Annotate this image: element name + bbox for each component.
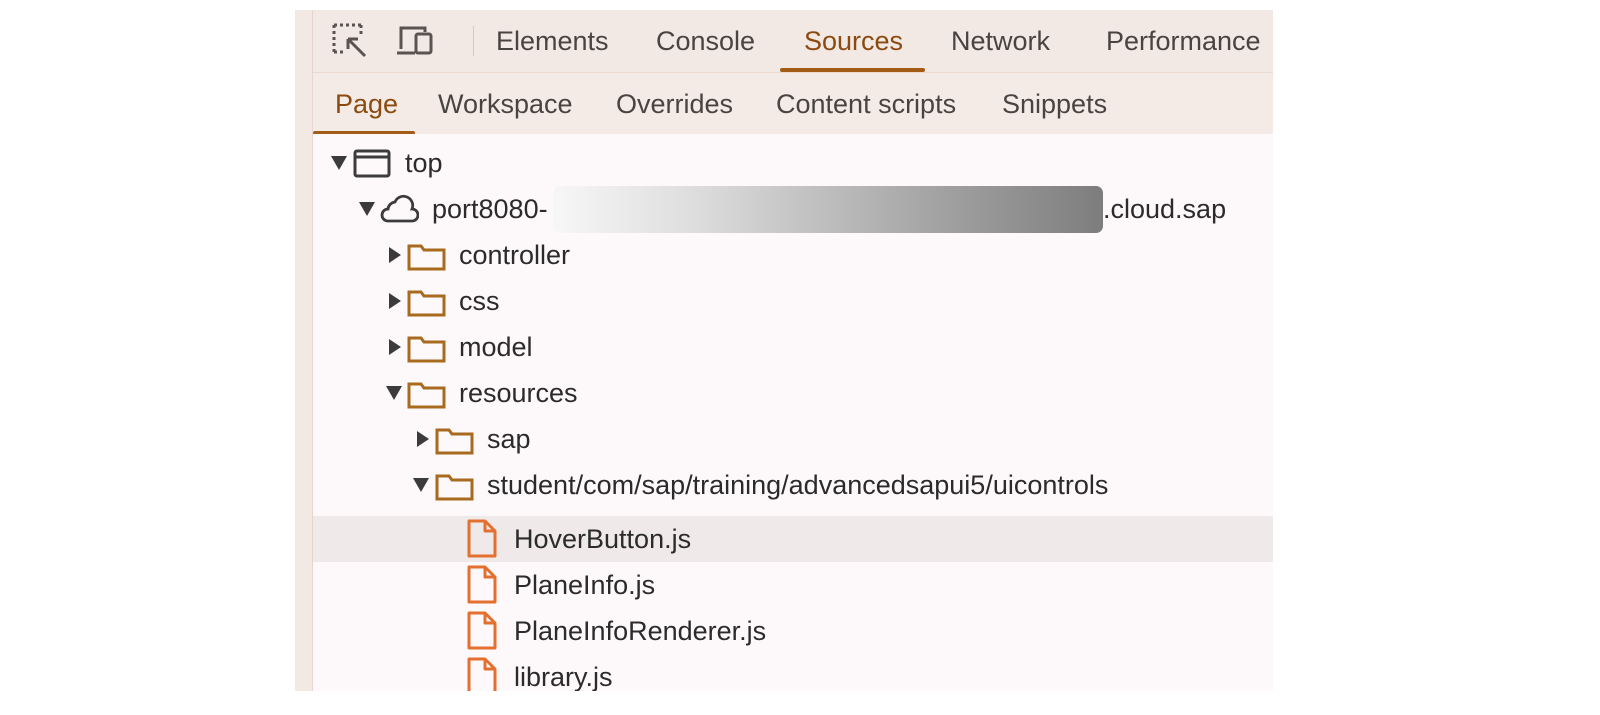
- tab-sources[interactable]: Sources: [804, 10, 903, 72]
- subtab-content-scripts[interactable]: Content scripts: [776, 73, 956, 135]
- tree-item-folder[interactable]: student/com/sap/training/advancedsapui5/…: [313, 462, 1273, 508]
- file-icon: [467, 565, 497, 604]
- folder-icon: [407, 244, 446, 271]
- inspect-element-icon[interactable]: [331, 22, 371, 62]
- tree-item-label-suffix: .cloud.sap: [1103, 194, 1227, 224]
- expand-right-icon[interactable]: [387, 278, 403, 324]
- frame-icon: [353, 149, 391, 178]
- left-gutter: [295, 10, 313, 691]
- expand-right-icon[interactable]: [387, 324, 403, 370]
- tree-item-label: top: [405, 148, 443, 178]
- subtab-page[interactable]: Page: [335, 73, 398, 135]
- tree-item-label: PlaneInfo.js: [514, 570, 656, 600]
- folder-icon: [435, 428, 474, 455]
- file-icon: [467, 519, 497, 558]
- subtab-workspace[interactable]: Workspace: [438, 73, 573, 135]
- file-icon: [467, 611, 497, 650]
- tree-item-label: PlaneInfoRenderer.js: [514, 616, 767, 646]
- expand-down-icon[interactable]: [331, 140, 347, 186]
- tab-network[interactable]: Network: [951, 10, 1050, 72]
- subtab-overrides[interactable]: Overrides: [616, 73, 733, 135]
- tree-item-domain[interactable]: port8080- .cloud.sap: [313, 186, 1273, 233]
- folder-icon: [407, 336, 446, 363]
- tree-item-label: css: [459, 286, 500, 316]
- tree-item-folder[interactable]: controller: [313, 232, 1273, 278]
- tree-item-folder[interactable]: resources: [313, 370, 1273, 416]
- tree-item-top[interactable]: top: [313, 140, 1273, 186]
- toolbar-separator: [473, 26, 474, 56]
- expand-down-icon[interactable]: [386, 370, 402, 416]
- redacted-hostname: [553, 186, 1103, 233]
- device-toolbar-icon[interactable]: [395, 22, 435, 62]
- expand-down-icon[interactable]: [359, 186, 375, 232]
- tree-item-label: HoverButton.js: [514, 524, 692, 554]
- expand-right-icon[interactable]: [387, 232, 403, 278]
- expand-down-icon[interactable]: [413, 462, 429, 508]
- expand-right-icon[interactable]: [415, 416, 431, 462]
- tree-item-folder[interactable]: css: [313, 278, 1273, 324]
- cloud-icon: [380, 194, 419, 223]
- folder-icon: [407, 290, 446, 317]
- tree-item-folder[interactable]: model: [313, 324, 1273, 370]
- tree-item-file[interactable]: PlaneInfo.js: [313, 562, 1273, 608]
- tree-item-file[interactable]: library.js: [313, 654, 1273, 691]
- main-tabbar: Elements Console Sources Network Perform…: [313, 10, 1273, 72]
- tree-item-label: controller: [459, 240, 571, 270]
- subtab-snippets[interactable]: Snippets: [1002, 73, 1107, 135]
- tab-performance[interactable]: Performance: [1106, 10, 1261, 72]
- tree-item-label: model: [459, 332, 533, 362]
- tree-item-label: student/com/sap/training/advancedsapui5/…: [487, 470, 1109, 500]
- tab-console[interactable]: Console: [656, 10, 755, 72]
- sources-subtabbar: Page Workspace Overrides Content scripts…: [313, 72, 1273, 136]
- folder-icon: [435, 474, 474, 501]
- devtools-panel: Elements Console Sources Network Perform…: [295, 10, 1273, 691]
- tree-item-label: resources: [459, 378, 578, 408]
- tree-item-label: sap: [487, 424, 531, 454]
- tree-item-label: library.js: [514, 662, 613, 691]
- tree-item-folder[interactable]: sap: [313, 416, 1273, 462]
- file-tree: top port8080- .cloud.sap controller css …: [313, 134, 1273, 691]
- tree-item-file-selected[interactable]: HoverButton.js: [313, 516, 1273, 562]
- file-icon: [467, 657, 497, 691]
- tree-item-file[interactable]: PlaneInfoRenderer.js: [313, 608, 1273, 654]
- tree-item-label-prefix: port8080-: [432, 194, 548, 224]
- folder-icon: [407, 382, 446, 409]
- tab-elements[interactable]: Elements: [496, 10, 609, 72]
